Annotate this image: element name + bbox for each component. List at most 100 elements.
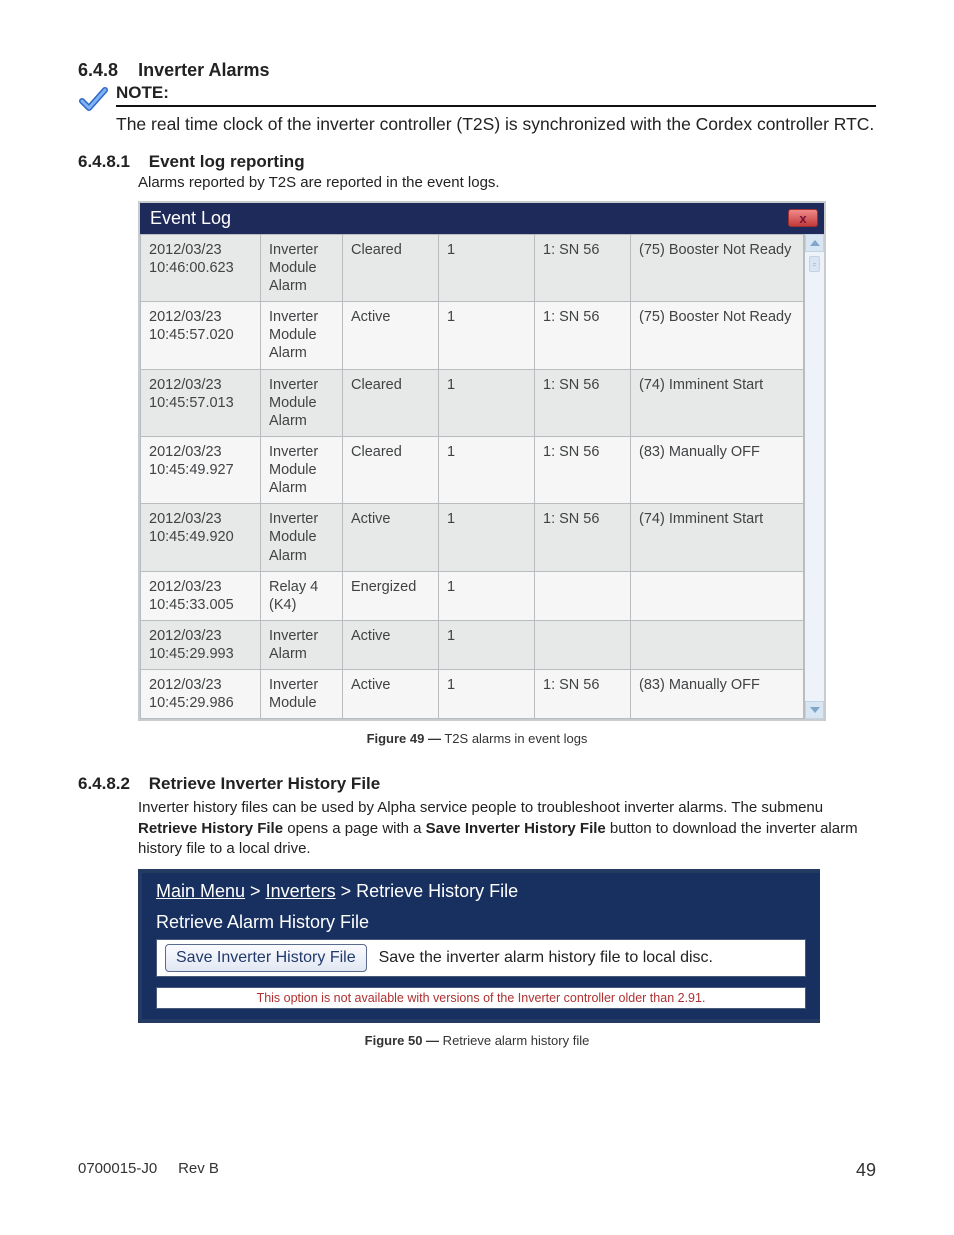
cell-sn: 1: SN 56 [535, 436, 631, 503]
table-row[interactable]: 2012/03/23 10:45:57.020Inverter Module A… [141, 302, 804, 369]
breadcrumb-inverters[interactable]: Inverters [266, 881, 336, 901]
lead-text-6481: Alarms reported by T2S are reported in t… [138, 174, 876, 191]
table-row[interactable]: 2012/03/23 10:45:49.927Inverter Module A… [141, 436, 804, 503]
cell-desc [631, 571, 804, 620]
cell-timestamp: 2012/03/23 10:45:49.927 [141, 436, 261, 503]
section-title: Event log reporting [149, 152, 305, 172]
cell-id: 1 [439, 620, 535, 669]
cell-id: 1 [439, 504, 535, 571]
scrollbar[interactable] [804, 234, 824, 720]
cell-type: Inverter Alarm [261, 620, 343, 669]
close-button[interactable]: x [788, 209, 818, 227]
cell-state: Cleared [343, 369, 439, 436]
table-row[interactable]: 2012/03/23 10:45:57.013Inverter Module A… [141, 369, 804, 436]
breadcrumb: Main Menu > Inverters > Retrieve History… [142, 881, 820, 908]
breadcrumb-sep: > [245, 881, 266, 901]
save-inverter-history-button[interactable]: Save Inverter History File [165, 944, 367, 972]
cell-timestamp: 2012/03/23 10:45:29.993 [141, 620, 261, 669]
button-bar: Save Inverter History File Save the inve… [156, 939, 806, 977]
figure-text: T2S alarms in event logs [441, 731, 587, 746]
cell-type: Relay 4 (K4) [261, 571, 343, 620]
event-log-panel: Event Log x 2012/03/23 10:46:00.623Inver… [138, 201, 826, 722]
figure-label: Figure 49 — [367, 731, 441, 746]
cell-timestamp: 2012/03/23 10:45:29.986 [141, 670, 261, 719]
cell-timestamp: 2012/03/23 10:45:57.013 [141, 369, 261, 436]
scroll-up-button[interactable] [805, 234, 824, 252]
cell-desc: (75) Booster Not Ready [631, 302, 804, 369]
cell-type: Inverter Module Alarm [261, 504, 343, 571]
table-row[interactable]: 2012/03/23 10:45:49.920Inverter Module A… [141, 504, 804, 571]
section-number: 6.4.8 [78, 60, 118, 80]
cell-type: Inverter Module Alarm [261, 234, 343, 301]
cell-state: Cleared [343, 436, 439, 503]
cell-sn [535, 571, 631, 620]
figure-49-caption: Figure 49 — T2S alarms in event logs [78, 731, 876, 746]
cell-sn: 1: SN 56 [535, 670, 631, 719]
cell-state: Active [343, 620, 439, 669]
cell-sn [535, 620, 631, 669]
cell-sn: 1: SN 56 [535, 369, 631, 436]
close-icon: x [799, 211, 806, 226]
scroll-thumb[interactable] [809, 256, 820, 272]
cell-type: Inverter Module Alarm [261, 369, 343, 436]
cell-state: Cleared [343, 234, 439, 301]
section-heading-648: 6.4.8 Inverter Alarms [78, 60, 876, 81]
disclaimer-text: This option is not available with versio… [156, 987, 806, 1009]
scroll-down-button[interactable] [805, 701, 824, 719]
cell-id: 1 [439, 369, 535, 436]
figure-text: Retrieve alarm history file [439, 1033, 589, 1048]
cell-desc: (83) Manually OFF [631, 670, 804, 719]
cell-state: Active [343, 504, 439, 571]
doc-rev: Rev B [178, 1160, 219, 1177]
retrieve-panel: Main Menu > Inverters > Retrieve History… [138, 869, 820, 1023]
section-title: Inverter Alarms [138, 60, 269, 80]
figure-50-caption: Figure 50 — Retrieve alarm history file [78, 1033, 876, 1048]
cell-timestamp: 2012/03/23 10:46:00.623 [141, 234, 261, 301]
save-description: Save the inverter alarm history file to … [379, 949, 713, 967]
event-log-title: Event Log [150, 208, 231, 229]
cell-type: Inverter Module Alarm [261, 436, 343, 503]
table-row[interactable]: 2012/03/23 10:45:29.993Inverter AlarmAct… [141, 620, 804, 669]
section-title: Retrieve Inverter History File [149, 774, 380, 794]
check-icon [78, 85, 108, 118]
table-row[interactable]: 2012/03/23 10:45:29.986Inverter ModuleAc… [141, 670, 804, 719]
breadcrumb-main-menu[interactable]: Main Menu [156, 881, 245, 901]
cell-timestamp: 2012/03/23 10:45:33.005 [141, 571, 261, 620]
note-label: NOTE: [116, 83, 876, 107]
cell-state: Active [343, 302, 439, 369]
breadcrumb-sep: > [336, 881, 357, 901]
section-heading-6481: 6.4.8.1 Event log reporting [78, 152, 876, 172]
body-text-6482: Inverter history files can be used by Al… [138, 798, 876, 859]
cell-sn: 1: SN 56 [535, 504, 631, 571]
event-log-table: 2012/03/23 10:46:00.623Inverter Module A… [140, 234, 804, 720]
cell-timestamp: 2012/03/23 10:45:57.020 [141, 302, 261, 369]
chevron-up-icon [810, 240, 820, 246]
cell-id: 1 [439, 436, 535, 503]
cell-type: Inverter Module Alarm [261, 302, 343, 369]
section-number: 6.4.8.1 [78, 152, 130, 172]
figure-label: Figure 50 — [365, 1033, 439, 1048]
table-row[interactable]: 2012/03/23 10:46:00.623Inverter Module A… [141, 234, 804, 301]
cell-state: Energized [343, 571, 439, 620]
cell-sn: 1: SN 56 [535, 234, 631, 301]
cell-id: 1 [439, 302, 535, 369]
section-number: 6.4.8.2 [78, 774, 130, 794]
section-heading-6482: 6.4.8.2 Retrieve Inverter History File [78, 774, 876, 794]
doc-id: 0700015-J0 [78, 1160, 157, 1177]
cell-id: 1 [439, 234, 535, 301]
cell-id: 1 [439, 571, 535, 620]
page-number: 49 [856, 1160, 876, 1181]
cell-desc: (75) Booster Not Ready [631, 234, 804, 301]
cell-desc: (74) Imminent Start [631, 369, 804, 436]
cell-id: 1 [439, 670, 535, 719]
cell-sn: 1: SN 56 [535, 302, 631, 369]
page-footer: 0700015-J0 Rev B 49 [78, 1160, 876, 1181]
cell-desc: (83) Manually OFF [631, 436, 804, 503]
chevron-down-icon [810, 707, 820, 713]
cell-desc: (74) Imminent Start [631, 504, 804, 571]
cell-timestamp: 2012/03/23 10:45:49.920 [141, 504, 261, 571]
table-row[interactable]: 2012/03/23 10:45:33.005Relay 4 (K4)Energ… [141, 571, 804, 620]
cell-type: Inverter Module [261, 670, 343, 719]
retrieve-section-title: Retrieve Alarm History File [142, 908, 820, 939]
note-body: The real time clock of the inverter cont… [116, 113, 876, 136]
